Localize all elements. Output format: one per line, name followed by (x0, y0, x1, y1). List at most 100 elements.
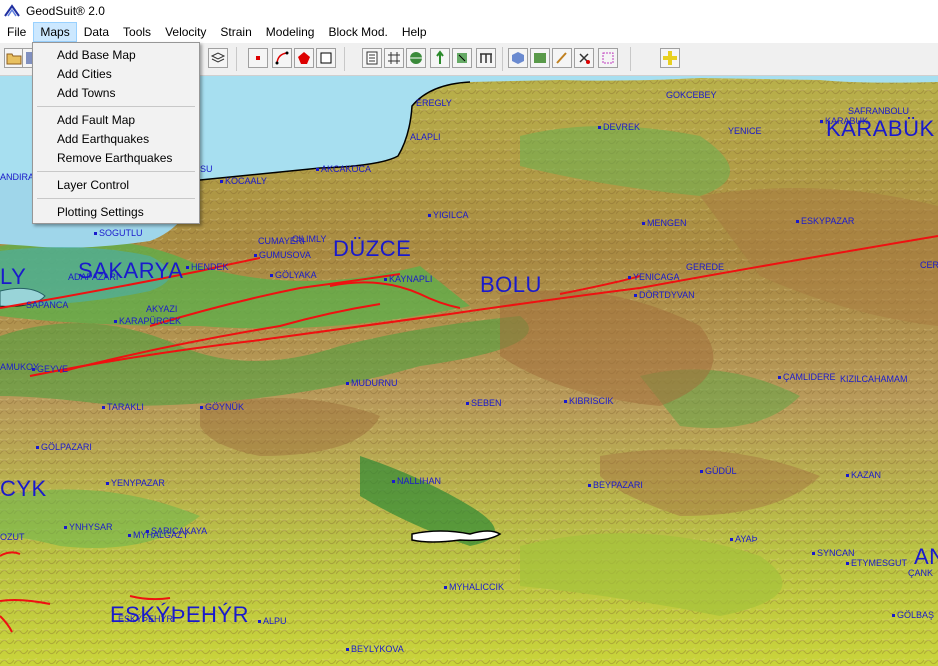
town-label: GÖLBAŞ (892, 610, 934, 620)
town-label: YENICE (728, 126, 762, 136)
town-label: ÇANK (908, 568, 934, 578)
town-label: ÇAMLIDERE (778, 372, 836, 382)
block-tool-icon[interactable] (476, 48, 496, 68)
menu-item-add-towns[interactable]: Add Towns (57, 84, 115, 102)
town-label: KARABUK (820, 116, 868, 126)
town-label: GÖLPAZARI (36, 442, 92, 452)
town-label: ADAPAZARI (68, 272, 119, 282)
menu-item-add-earthquakes[interactable]: Add Earthquakes (57, 130, 149, 148)
menu-file[interactable]: File (0, 22, 33, 42)
province-duzce: DÜZCE (333, 236, 412, 261)
province-bolu: BOLU (480, 272, 542, 297)
menu-help[interactable]: Help (395, 22, 434, 42)
province-edge-ly: LY (0, 264, 27, 289)
vector-tool-icon[interactable] (430, 48, 450, 68)
town-label: SEBEN (466, 398, 502, 408)
town-label: DEVREK (598, 122, 640, 132)
town-label: HENDEK (186, 262, 229, 272)
map-icon[interactable] (530, 48, 550, 68)
menu-maps[interactable]: Maps (33, 22, 77, 42)
town-label: SYNCAN (812, 548, 855, 558)
strain-tool-icon[interactable] (452, 48, 472, 68)
crosshair-icon[interactable] (660, 48, 680, 68)
menu-item-add-cities[interactable]: Add Cities (57, 65, 112, 83)
document-icon[interactable] (362, 48, 382, 68)
town-label: EREGLY (416, 98, 452, 108)
town-label: CER (920, 260, 938, 270)
rectangle-tool-icon[interactable] (316, 48, 336, 68)
town-label: GEYVE (32, 364, 68, 374)
town-label: TARAKLI (102, 402, 144, 412)
point-tool-icon[interactable] (248, 48, 268, 68)
menu-item-layer-control[interactable]: Layer Control (57, 176, 129, 194)
town-label: YIGILCA (428, 210, 469, 220)
app-icon (4, 4, 20, 18)
town-label: AKYAZI (146, 304, 178, 314)
menu-tools[interactable]: Tools (116, 22, 158, 42)
maps-dropdown-menu: Add Base Map Add Cities Add Towns Add Fa… (32, 42, 200, 224)
town-label: YNHYSAR (64, 522, 113, 532)
town-label: KAYNAPLI (384, 274, 432, 284)
town-label: OZUT (0, 532, 25, 542)
town-label: BEYLYKOVA (346, 644, 404, 654)
town-label: NALLIHAN (392, 476, 441, 486)
window-title: GeodSuit® 2.0 (26, 4, 105, 18)
town-label: AKCAKOCA (316, 164, 371, 174)
menu-strain[interactable]: Strain (213, 22, 258, 42)
menu-velocity[interactable]: Velocity (158, 22, 213, 42)
title-bar: GeodSuit® 2.0 (0, 0, 938, 22)
layers-icon[interactable] (208, 48, 228, 68)
town-label: ANDIRA (0, 172, 35, 182)
town-label: YENYPAZAR (106, 478, 165, 488)
town-label: CILIMLY (292, 234, 327, 244)
town-label: BEYPAZARI (588, 480, 643, 490)
town-label: ETYMESGUT (846, 558, 907, 568)
town-label: ESKYPAZAR (796, 216, 854, 226)
menu-item-plotting-settings[interactable]: Plotting Settings (57, 203, 144, 221)
cube-icon[interactable] (508, 48, 528, 68)
town-label: MYHALICCIK (444, 582, 504, 592)
town-label: SOGUTLU (94, 228, 143, 238)
open-folder-icon[interactable] (4, 48, 24, 68)
menu-separator (37, 106, 195, 107)
menu-modeling[interactable]: Modeling (259, 22, 322, 42)
town-label: GÖYNÜK (200, 402, 244, 412)
town-label: KIBRISCIK (564, 396, 614, 406)
town-label: ALPU (258, 616, 287, 626)
town-label: SU (200, 164, 213, 174)
polygon-tool-icon[interactable] (294, 48, 314, 68)
town-label: SAFRANBOLU (848, 106, 910, 116)
town-label: KAZAN (846, 470, 881, 480)
town-label: YENICAGA (628, 272, 680, 282)
select-tool-icon[interactable] (598, 48, 618, 68)
town-label: DÖRTDYVAN (634, 290, 695, 300)
town-label: KARAPÜRCEK (114, 316, 181, 326)
delete-icon[interactable] (574, 48, 594, 68)
town-label: MENGEN (642, 218, 687, 228)
town-label: GEREDE (686, 262, 725, 272)
grid-tool-icon[interactable] (384, 48, 404, 68)
edit-tool-icon[interactable] (552, 48, 572, 68)
town-label: GOKCEBEY (666, 90, 717, 100)
town-label: GÜDÜL (700, 466, 737, 476)
town-label: KIZILCAHAMAM (840, 374, 908, 384)
menu-item-add-base-map[interactable]: Add Base Map (57, 46, 136, 64)
menu-item-add-fault-map[interactable]: Add Fault Map (57, 111, 135, 129)
province-edge-cyk: CYK (0, 476, 47, 501)
menu-bar: File Maps Data Tools Velocity Strain Mod… (0, 22, 938, 42)
menu-item-remove-earthquakes[interactable]: Remove Earthquakes (57, 149, 172, 167)
polyline-tool-icon[interactable] (272, 48, 292, 68)
town-label: ESKÝÞEHÝR (118, 614, 174, 624)
town-label: GUMUSOVA (254, 250, 311, 260)
town-label: ALAPLI (410, 132, 441, 142)
menu-separator (37, 198, 195, 199)
town-label: KOCAALY (220, 176, 267, 186)
menu-data[interactable]: Data (77, 22, 116, 42)
menu-block-mod[interactable]: Block Mod. (321, 22, 394, 42)
town-label: SAPANCA (26, 300, 69, 310)
town-label: MUDURNU (346, 378, 398, 388)
globe-icon[interactable] (406, 48, 426, 68)
town-label: MYHALGAZY (128, 530, 189, 540)
town-label: AYAÞ (730, 534, 758, 544)
province-edge-an: AN (914, 544, 938, 569)
